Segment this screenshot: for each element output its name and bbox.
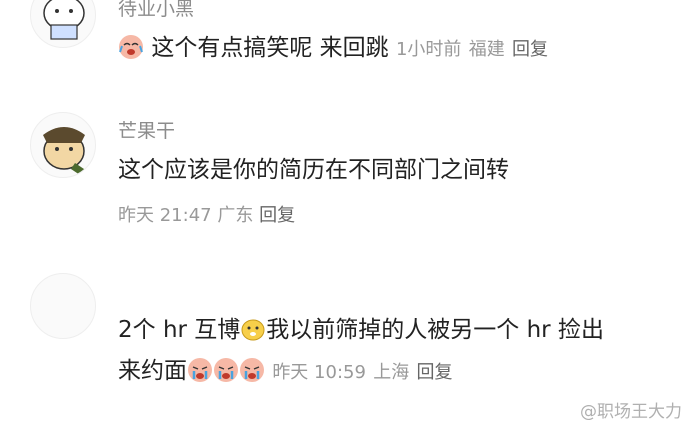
comment-1-text: 这个有点搞笑呢 来回跳 (151, 35, 389, 61)
avatar-user-3[interactable] (30, 273, 96, 339)
crying-laugh-emoji-icon (119, 35, 143, 59)
comment-1-time: 1小时前 (395, 39, 462, 60)
comment-2-meta: 昨天 21:47 广东 回复 (118, 201, 295, 227)
comment-2-time: 昨天 21:47 (118, 205, 212, 226)
crying-emoji-icon (240, 358, 264, 382)
dog-avatar-icon (43, 127, 87, 177)
comment-2-text: 这个应该是你的简历在不同部门之间转 (118, 157, 509, 183)
comment-3-location: 上海 (373, 362, 410, 383)
comment-1-reply-button[interactable]: 回复 (512, 39, 548, 60)
bear-avatar-icon (43, 0, 85, 40)
comment-1-username[interactable]: 待业小黑 (118, 0, 194, 21)
comment-1-row: 这个有点搞笑呢 来回跳 1小时前 福建 回复 (118, 32, 548, 66)
crying-emoji-icon (214, 358, 238, 382)
avatar-user-2[interactable] (30, 112, 96, 178)
comment-3-text-part-1: 2个 hr 互博 (118, 317, 241, 343)
comment-2-location: 广东 (217, 205, 254, 226)
comment-1-location: 福建 (468, 39, 505, 60)
crying-emoji-icon (188, 358, 212, 382)
comment-3-text-part-3: 来约面 (118, 358, 187, 384)
comment-3-time: 昨天 10:59 (272, 362, 366, 383)
comment-2-username[interactable]: 芒果干 (118, 116, 175, 143)
watermark: @职场王大力 (580, 402, 682, 422)
avatar-user-1[interactable] (30, 0, 96, 48)
comment-2-reply-button[interactable]: 回复 (259, 205, 295, 226)
comment-3-line-2: 来约面 昨天 10:59 上海 回复 (118, 355, 453, 389)
doge-emoji-icon (241, 319, 265, 341)
comment-3-text-part-2: 我以前筛掉的人被另一个 hr 捡出 (266, 317, 604, 343)
comment-3-reply-button[interactable]: 回复 (417, 362, 453, 383)
comment-3-line-1: 2个 hr 互博 我以前筛掉的人被另一个 hr 捡出 (118, 314, 604, 346)
